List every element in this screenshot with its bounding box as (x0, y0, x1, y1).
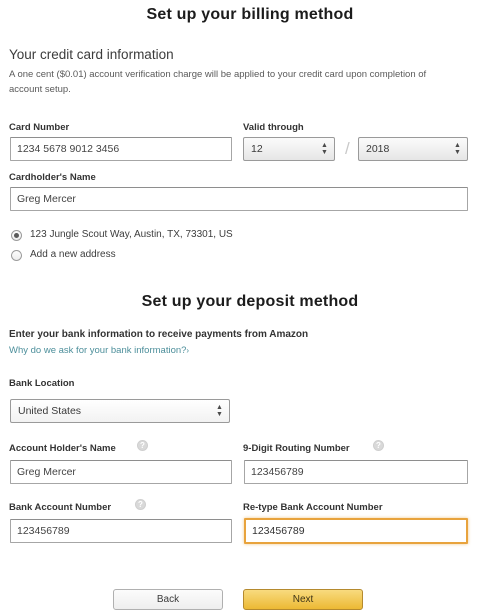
bank-account-number-input[interactable] (10, 519, 232, 543)
expiry-year-select[interactable]: 2018 ▲ ▼ (358, 137, 468, 161)
date-separator: / (345, 139, 350, 158)
chevron-right-icon: › (186, 346, 190, 355)
billing-deposit-setup-page: Set up your billing method Your credit c… (0, 0, 500, 610)
bank-info-lead: Enter your bank information to receive p… (9, 329, 309, 340)
bank-account-number-help-icon[interactable]: ? (135, 499, 146, 510)
bank-location-label: Bank Location (9, 378, 75, 389)
verification-charge-note: A one cent ($0.01) account verification … (9, 69, 427, 95)
card-number-input[interactable] (10, 137, 232, 161)
cardholder-name-input[interactable] (10, 187, 468, 211)
chevron-updown-icon: ▲ ▼ (216, 404, 223, 418)
valid-through-label: Valid through (243, 122, 304, 133)
why-bank-info-link-text: Why do we ask for your bank information? (9, 345, 187, 356)
bank-location-value: United States (18, 405, 82, 417)
routing-number-input[interactable] (244, 460, 468, 484)
new-address-label: Add a new address (30, 249, 116, 260)
chevron-updown-icon: ▲ ▼ (454, 142, 461, 156)
billing-section-title: Set up your billing method (146, 6, 354, 23)
radio-existing-address-icon[interactable] (11, 230, 22, 241)
retype-bank-account-number-input[interactable] (244, 518, 468, 544)
existing-address-label: 123 Jungle Scout Way, Austin, TX, 73301,… (30, 229, 233, 240)
expiry-year-value: 2018 (366, 143, 390, 155)
routing-number-label: 9-Digit Routing Number (243, 443, 350, 454)
bank-location-select[interactable]: United States ▲ ▼ (10, 399, 230, 423)
expiry-month-select[interactable]: 12 ▲ ▼ (243, 137, 335, 161)
account-holder-name-input[interactable] (10, 460, 232, 484)
deposit-section-title: Set up your deposit method (141, 293, 359, 310)
cardholder-name-label: Cardholder's Name (9, 172, 96, 183)
bank-account-number-label: Bank Account Number (9, 502, 112, 513)
retype-bank-account-number-label: Re-type Bank Account Number (243, 502, 383, 513)
chevron-updown-icon: ▲ ▼ (321, 142, 328, 156)
credit-card-subheading: Your credit card information (9, 47, 174, 62)
account-holder-help-icon[interactable]: ? (137, 440, 148, 451)
account-holder-name-label: Account Holder's Name (9, 443, 116, 454)
expiry-month-value: 12 (251, 143, 263, 155)
card-number-label: Card Number (9, 122, 70, 133)
next-button[interactable]: Next (243, 589, 363, 610)
radio-new-address-icon[interactable] (11, 250, 22, 261)
back-button[interactable]: Back (113, 589, 223, 610)
routing-number-help-icon[interactable]: ? (373, 440, 384, 451)
why-bank-info-link[interactable]: Why do we ask for your bank information?… (9, 345, 189, 356)
